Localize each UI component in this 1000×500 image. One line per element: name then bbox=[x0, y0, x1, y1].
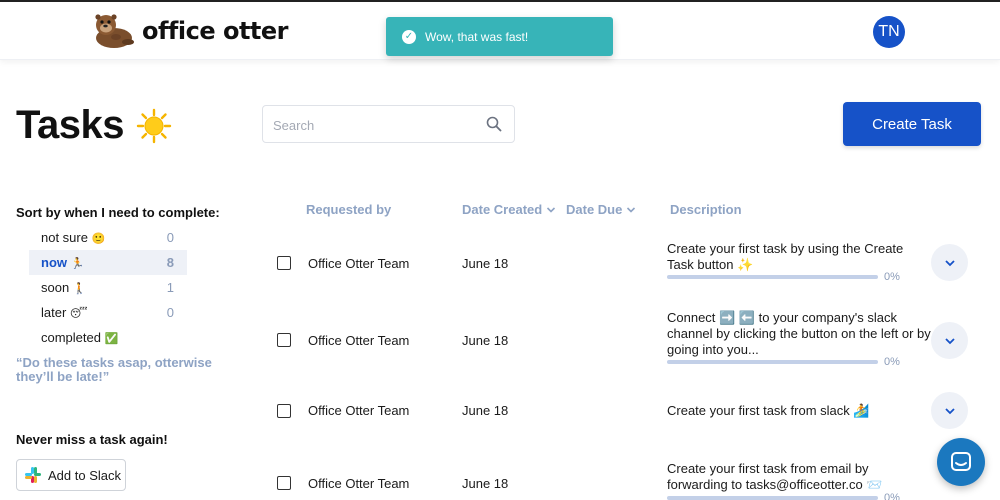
slack-icon bbox=[25, 467, 41, 483]
search-icon[interactable] bbox=[486, 116, 502, 137]
progress: 0% bbox=[667, 492, 900, 500]
page-title: Tasks bbox=[16, 103, 172, 148]
sort-item-label: not sure 🙂 bbox=[41, 230, 105, 245]
sort-item-not-sure[interactable]: not sure 🙂 0 bbox=[29, 225, 187, 250]
header-date-created[interactable]: Date Created bbox=[462, 202, 556, 217]
task-checkbox[interactable] bbox=[277, 476, 291, 490]
toast-message: Wow, that was fast! bbox=[425, 29, 529, 44]
add-to-slack-label: Add to Slack bbox=[48, 467, 121, 483]
requested-by-cell: Office Otter Team bbox=[308, 403, 410, 418]
progress: 0% bbox=[667, 356, 900, 368]
sort-label-text: completed bbox=[41, 330, 101, 345]
task-checkbox[interactable] bbox=[277, 404, 291, 418]
progress-bar bbox=[667, 275, 878, 279]
slightly-smiling-face-icon: 🙂 bbox=[91, 232, 106, 245]
date-created-cell: June 18 bbox=[462, 403, 509, 418]
header-label: Date Created bbox=[462, 202, 543, 217]
never-miss-heading: Never miss a task again! bbox=[16, 432, 168, 447]
description-cell: Create your first task from slack 🏄 bbox=[667, 403, 870, 418]
sort-item-label: soon 🚶 bbox=[41, 280, 87, 295]
expand-button[interactable] bbox=[931, 322, 968, 359]
sort-item-label: later 😴 bbox=[41, 305, 88, 320]
header-requested-by[interactable]: Requested by bbox=[306, 202, 391, 217]
expand-button[interactable] bbox=[931, 244, 968, 281]
chevron-down-icon bbox=[944, 259, 955, 266]
progress-percent: 0% bbox=[884, 492, 900, 500]
description-cell: Create your first task by using the Crea… bbox=[667, 241, 904, 272]
chevron-down-icon bbox=[944, 337, 955, 344]
sort-item-label: completed ✅ bbox=[41, 330, 118, 345]
logo[interactable]: office otter bbox=[92, 12, 289, 50]
runner-icon: 🏃 bbox=[70, 257, 85, 270]
requested-by-cell: Office Otter Team bbox=[308, 256, 410, 271]
search-input[interactable] bbox=[273, 114, 473, 136]
sort-item-completed[interactable]: completed ✅ bbox=[29, 325, 187, 350]
chevron-down-icon bbox=[944, 407, 955, 414]
sun-emoji-icon bbox=[136, 108, 172, 144]
add-to-slack-button[interactable]: Add to Slack bbox=[16, 459, 126, 491]
sort-count: 1 bbox=[166, 280, 174, 295]
task-checkbox[interactable] bbox=[277, 256, 291, 270]
header-description: Description bbox=[670, 202, 742, 217]
progress-percent: 0% bbox=[884, 271, 900, 283]
sort-list: not sure 🙂 0 now 🏃 8 soon 🚶 1 later 😴 0 … bbox=[29, 225, 187, 350]
progress-bar bbox=[667, 496, 878, 500]
sort-item-later[interactable]: later 😴 0 bbox=[29, 300, 187, 325]
page-title-text: Tasks bbox=[16, 103, 124, 147]
requested-by-cell: Office Otter Team bbox=[308, 476, 410, 491]
user-avatar[interactable]: TN bbox=[873, 16, 905, 48]
sort-quote: “Do these tasks asap, otterwise they’ll … bbox=[16, 355, 212, 384]
logo-text: office otter bbox=[142, 17, 289, 45]
check-mark-button-icon: ✅ bbox=[104, 332, 119, 345]
progress-percent: 0% bbox=[884, 356, 900, 368]
success-toast: ✓ Wow, that was fast! bbox=[386, 17, 613, 56]
sort-label-text: soon bbox=[41, 280, 70, 295]
header-label: Requested by bbox=[306, 202, 392, 217]
header-date-due[interactable]: Date Due bbox=[566, 202, 636, 217]
sort-title: Sort by when I need to complete: bbox=[16, 205, 220, 220]
check-circle-icon: ✓ bbox=[402, 29, 416, 44]
date-created-cell: June 18 bbox=[462, 333, 509, 348]
sort-label-text: now bbox=[41, 255, 67, 270]
header-label: Date Due bbox=[566, 202, 623, 217]
sort-count: 8 bbox=[166, 255, 174, 270]
sort-item-label: now 🏃 bbox=[41, 255, 84, 270]
sort-count: 0 bbox=[166, 305, 174, 320]
chevron-down-icon bbox=[627, 206, 636, 213]
create-task-button[interactable]: Create Task bbox=[843, 102, 981, 146]
header-label: Description bbox=[670, 202, 742, 217]
sort-item-soon[interactable]: soon 🚶 1 bbox=[29, 275, 187, 300]
expand-button[interactable] bbox=[931, 392, 968, 429]
progress-bar bbox=[667, 360, 878, 364]
sort-item-now[interactable]: now 🏃 8 bbox=[29, 250, 187, 275]
search-box bbox=[262, 105, 515, 143]
chat-bubble-icon bbox=[951, 452, 971, 471]
date-created-cell: June 18 bbox=[462, 476, 509, 491]
otter-logo-icon bbox=[92, 12, 136, 50]
sort-label-text: not sure bbox=[41, 230, 88, 245]
description-cell: Connect ➡️ ⬅️ to your company's slack ch… bbox=[667, 310, 931, 357]
sort-label-text: later bbox=[41, 305, 67, 320]
walking-person-icon: 🚶 bbox=[72, 282, 87, 295]
requested-by-cell: Office Otter Team bbox=[308, 333, 410, 348]
date-created-cell: June 18 bbox=[462, 256, 509, 271]
progress: 0% bbox=[667, 271, 900, 283]
sort-count: 0 bbox=[166, 230, 174, 245]
sleeping-face-icon: 😴 bbox=[69, 307, 88, 320]
task-checkbox[interactable] bbox=[277, 333, 291, 347]
chat-launcher-button[interactable] bbox=[937, 438, 985, 486]
chevron-down-icon bbox=[547, 206, 556, 213]
description-cell: Create your first task from email by for… bbox=[667, 461, 883, 492]
